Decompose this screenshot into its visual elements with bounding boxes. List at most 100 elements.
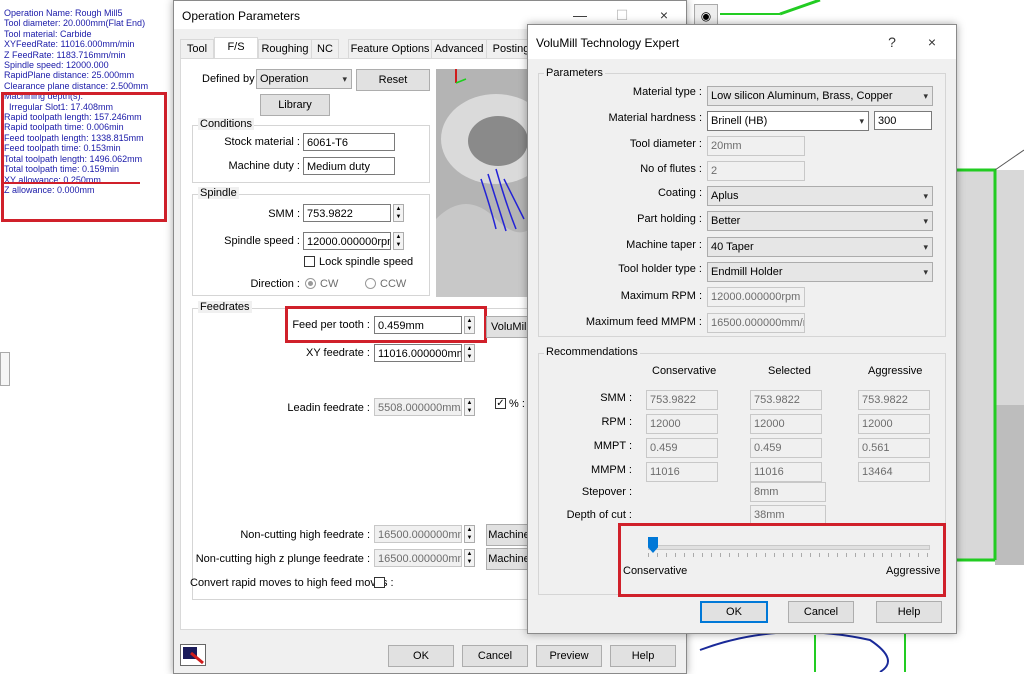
minimize-icon[interactable]: — [566, 5, 594, 25]
noncut-high-field[interactable]: 16500.000000mm/ [374, 525, 462, 543]
stock-material-field[interactable]: 6061-T6 [303, 133, 395, 151]
rec-row-label: RPM : [601, 416, 632, 428]
maximize-icon[interactable]: ☐ [608, 5, 636, 25]
vm-cancel-button[interactable]: Cancel [788, 601, 854, 623]
smm-spinner[interactable]: ▲ ▼ [393, 204, 404, 222]
defined-by-select[interactable]: Operation ▾ [256, 69, 352, 89]
machine-taper-label: Machine taper : [626, 239, 702, 251]
tool-diameter-field[interactable]: 20mm [707, 136, 805, 156]
tab-tool[interactable]: Tool [180, 39, 214, 60]
convert-rapid-label: Convert rapid moves to high feed moves : [190, 577, 394, 589]
max-rpm-label: Maximum RPM : [620, 290, 702, 302]
vm-help-button[interactable]: Help [876, 601, 942, 623]
spindle-speed-spinner[interactable]: ▲ ▼ [393, 232, 404, 250]
tool-holder-select[interactable]: Endmill Holder ▾ [707, 262, 933, 282]
chevron-down-icon: ▾ [923, 267, 928, 277]
ccw-label: CCW [380, 278, 407, 290]
xy-feedrate-label: XY feedrate : [305, 347, 370, 359]
lock-spindle-checkbox[interactable] [304, 256, 315, 267]
part-holding-select[interactable]: Better ▾ [707, 211, 933, 231]
no-of-flutes-field[interactable]: 2 [707, 161, 805, 181]
info-line: Z FeedRate: 1183.716mm/min [4, 49, 126, 60]
material-hardness-select[interactable]: Brinell (HB) ▾ [707, 111, 869, 131]
info-line: Clearance plane distance: 2.500mm [4, 80, 149, 91]
tab-feature-options[interactable]: Feature Options [348, 39, 432, 60]
chevron-down-icon: ▾ [342, 74, 347, 84]
stepover-label: Stepover : [581, 486, 632, 498]
no-of-flutes-label: No of flutes : [640, 163, 702, 175]
chevron-down-icon: ▾ [923, 191, 928, 201]
lock-spindle-label: Lock spindle speed [319, 256, 414, 268]
rec-value-field[interactable]: 753.9822 [858, 390, 930, 410]
close-icon[interactable]: × [650, 5, 678, 25]
rec-value-field[interactable]: 753.9822 [646, 390, 718, 410]
ok-button[interactable]: OK [388, 645, 454, 667]
depth-of-cut-label: Depth of cut : [566, 509, 632, 521]
smm-field[interactable]: 753.9822 [303, 204, 391, 222]
tab-advanced[interactable]: Advanced [431, 39, 487, 60]
rec-value-field[interactable]: 0.459 [750, 438, 822, 458]
noncut-plunge-field[interactable]: 16500.000000mm/ [374, 549, 462, 567]
rec-value-field[interactable]: 0.561 [858, 438, 930, 458]
tool-holder-label: Tool holder type : [618, 263, 702, 275]
noncut-high-spinner[interactable]: ▲ ▼ [464, 525, 475, 543]
material-hardness-label: Material hardness : [608, 112, 702, 124]
highlight-box-feed-per-tooth [285, 306, 487, 343]
coating-select[interactable]: Aplus ▾ [707, 186, 933, 206]
side-tab-icon[interactable] [0, 352, 10, 386]
library-button[interactable]: Library [260, 94, 330, 116]
rec-value-field[interactable]: 11016 [750, 462, 822, 482]
highlight-underline [4, 182, 140, 184]
info-line: Tool diameter: 20.000mm(Flat End) [4, 18, 146, 29]
material-type-label: Material type : [632, 86, 702, 98]
ccw-radio[interactable] [365, 278, 376, 289]
tab-nc[interactable]: NC [311, 39, 339, 60]
help-icon[interactable]: ? [878, 32, 906, 52]
cw-label: CW [320, 278, 339, 290]
vm-titlebar[interactable]: VoluMill Technology Expert ? × [528, 25, 956, 59]
max-feed-field[interactable]: 16500.000000mm/m [707, 313, 805, 333]
leadin-feedrate-field[interactable]: 5508.000000mm/m [374, 398, 462, 416]
machine-button-2[interactable]: Machine [486, 548, 532, 570]
highlight-box-toolpath [1, 92, 167, 222]
stock-material-label: Stock material : [224, 136, 300, 148]
machine-duty-label: Machine duty : [228, 160, 300, 172]
rec-value-field[interactable]: 12000 [750, 414, 822, 434]
percent-label: % : [509, 398, 525, 410]
material-type-select[interactable]: Low silicon Aluminum, Brass, Copper ▾ [707, 86, 933, 106]
rec-row-label: SMM : [600, 392, 632, 404]
vm-ok-button[interactable]: OK [700, 601, 768, 623]
help-button[interactable]: Help [610, 645, 676, 667]
logo-graphic [183, 647, 204, 665]
leadin-feedrate-spinner[interactable]: ▲ ▼ [464, 398, 475, 416]
leadin-percent-checkbox[interactable]: ✓ [495, 398, 506, 409]
close-icon[interactable]: × [918, 32, 946, 52]
col-header-selected: Selected [768, 365, 811, 377]
xy-feedrate-spinner[interactable]: ▲ ▼ [464, 344, 475, 362]
rec-value-field[interactable]: 753.9822 [750, 390, 822, 410]
chevron-down-icon: ▾ [859, 116, 864, 126]
rec-value-field[interactable]: 13464 [858, 462, 930, 482]
rec-value-field[interactable]: 12000 [858, 414, 930, 434]
machine-duty-field[interactable]: Medium duty [303, 157, 395, 175]
reset-button[interactable]: Reset [356, 69, 430, 91]
rec-value-field[interactable]: 0.459 [646, 438, 718, 458]
spindle-speed-field[interactable]: 12000.000000rpm [303, 232, 391, 250]
tab-roughing[interactable]: Roughing [258, 39, 312, 60]
max-rpm-field[interactable]: 12000.000000rpm [707, 287, 805, 307]
stepover-field[interactable]: 8mm [750, 482, 826, 502]
machine-taper-select[interactable]: 40 Taper ▾ [707, 237, 933, 257]
cancel-button[interactable]: Cancel [462, 645, 528, 667]
cw-radio[interactable] [305, 278, 316, 289]
defined-by-label: Defined by : [202, 73, 261, 85]
depth-of-cut-field[interactable]: 38mm [750, 505, 826, 525]
xy-feedrate-field[interactable]: 11016.000000mm/ [374, 344, 462, 362]
hardness-number-field[interactable]: 300 [874, 111, 932, 130]
rec-row-label: MMPM : [591, 464, 632, 476]
convert-rapid-checkbox[interactable] [374, 577, 385, 588]
rec-value-field[interactable]: 11016 [646, 462, 718, 482]
noncut-plunge-spinner[interactable]: ▲ ▼ [464, 549, 475, 567]
machine-button-1[interactable]: Machine [486, 524, 532, 546]
rec-value-field[interactable]: 12000 [646, 414, 718, 434]
preview-button[interactable]: Preview [536, 645, 602, 667]
